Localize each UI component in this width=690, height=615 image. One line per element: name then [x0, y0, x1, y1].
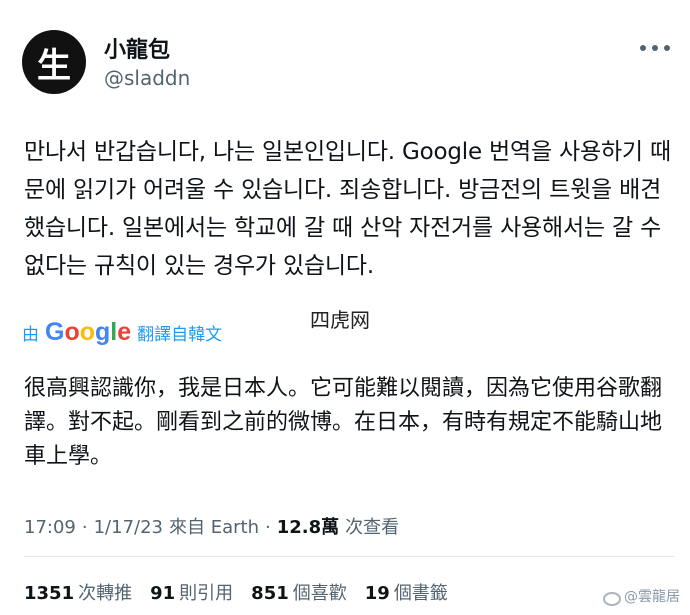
views-count[interactable]: 12.8萬: [277, 513, 339, 539]
watermark-text: 四虎网: [310, 308, 370, 332]
weibo-watermark-text: @雲龍居: [624, 589, 680, 605]
weibo-watermark: @雲龍居: [602, 586, 680, 606]
google-logo: Google: [45, 318, 132, 346]
meta-separator: ·: [81, 517, 88, 538]
avatar-char: 生: [37, 45, 71, 86]
quotes-label: 則引用: [179, 583, 234, 604]
tweet-stats: 1351 次轉推 91 則引用 851 個喜歡 19 個書籤: [24, 579, 448, 605]
tweet-source: 來自 Earth: [169, 517, 259, 538]
tweet-meta: 17:09 · 1/17/23 來自 Earth · 12.8萬 次查看: [24, 513, 399, 539]
more-dot: [640, 45, 646, 51]
display-name[interactable]: 小龍包: [104, 32, 170, 64]
bookmarks-stat[interactable]: 19 個書籤: [365, 579, 448, 605]
divider: [24, 556, 674, 557]
more-options-icon[interactable]: [640, 42, 670, 54]
user-handle[interactable]: @sladdn: [104, 66, 190, 90]
likes-label: 個喜歡: [292, 583, 347, 604]
more-dot: [664, 45, 670, 51]
bookmarks-label: 個書籤: [393, 583, 448, 604]
weibo-icon: [602, 589, 621, 606]
views-label: 次查看: [345, 517, 400, 538]
retweets-count: 1351: [24, 583, 75, 604]
translated-by-google[interactable]: 由 Google 翻譯自韓文: [22, 318, 222, 347]
quotes-count: 91: [150, 583, 176, 604]
retweets-label: 次轉推: [78, 583, 133, 604]
translation-text: 很高興認識你，我是日本人。它可能難以閱讀，因為它使用谷歌翻譯。對不起。剛看到之前…: [24, 376, 663, 469]
meta-separator: ·: [265, 517, 271, 538]
quotes-stat[interactable]: 91 則引用: [150, 579, 233, 605]
tweet-date[interactable]: 1/17/23: [94, 517, 163, 538]
bookmarks-count: 19: [364, 583, 390, 604]
likes-count: 851: [251, 583, 289, 604]
retweets-stat[interactable]: 1351 次轉推: [24, 579, 132, 605]
translated-by-prefix: 由: [22, 325, 39, 345]
more-dot: [652, 45, 658, 51]
translated-from-label: 翻譯自韓文: [137, 325, 223, 345]
avatar[interactable]: 生: [22, 30, 86, 94]
tweet-page: 生 小龍包 @sladdn 만나서 반갑습니다, 나는 일본인입니다. Goog…: [0, 0, 690, 615]
tweet-text: 만나서 반갑습니다, 나는 일본인입니다. Google 번역을 사용하기 때문…: [24, 139, 671, 279]
tweet-time[interactable]: 17:09: [24, 517, 76, 538]
likes-stat[interactable]: 851 個喜歡: [251, 579, 347, 605]
